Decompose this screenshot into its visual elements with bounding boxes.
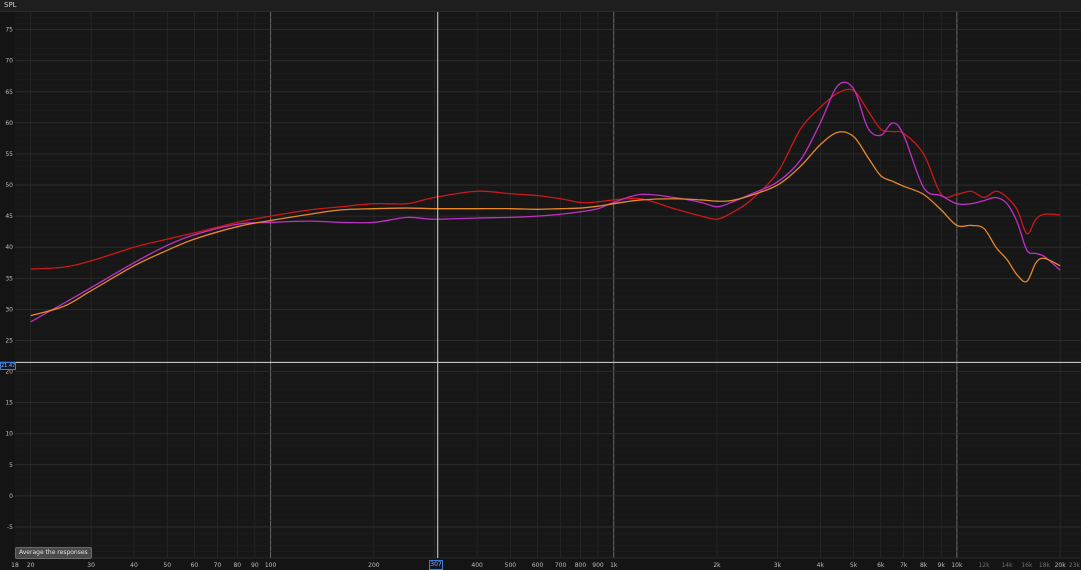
y-tick-label: 40 xyxy=(5,244,13,251)
y-tick-label: 55 xyxy=(5,151,13,158)
rew-spl-window: 75 70 65 60 55 50 45 40 35 30 25 20 15 10 5 0 -5 18 20 30 4… xyxy=(0,0,1081,570)
spl-chart[interactable]: 757065605550454035302520151050-5 18 20 30 4… xyxy=(0,0,1081,570)
cursor-y-readout: 21.47 xyxy=(0,362,16,370)
y-tick-label: 30 xyxy=(5,306,13,313)
x-tick-label: 23k xyxy=(1069,562,1081,569)
x-tick-label: 700 xyxy=(555,562,567,569)
y-tick-label: 25 xyxy=(5,337,13,344)
x-tick-label: 20 xyxy=(27,562,35,569)
title-bar: SPL xyxy=(0,0,1081,12)
x-tick-label: 5k xyxy=(850,562,858,569)
x-tick-label: 18 xyxy=(11,562,19,569)
y-tick-label: 45 xyxy=(5,213,13,220)
x-tick-label: 2k xyxy=(713,562,721,569)
cursor-x-readout: 307 xyxy=(429,560,443,570)
y-tick-label: 0 xyxy=(9,493,13,500)
x-tick-label: 9k xyxy=(938,562,946,569)
x-tick-label: 800 xyxy=(575,562,587,569)
y-tick-label: -5 xyxy=(7,524,13,531)
x-tick-label: 600 xyxy=(532,562,544,569)
x-tick-label: 500 xyxy=(505,562,517,569)
x-tick-label: 60 xyxy=(191,562,199,569)
x-tick-label: 70 xyxy=(214,562,222,569)
average-responses-button[interactable]: Average the responses xyxy=(15,547,92,559)
x-axis-ticks: 18 20 30 40 50 60 70 80 90 100 200 400 500 600 700 800 9… xyxy=(11,562,1080,569)
x-tick-label: 10k xyxy=(951,562,963,569)
y-tick-label: 35 xyxy=(5,275,13,282)
x-tick-label: 20k xyxy=(1055,562,1067,569)
x-tick-label: 8k xyxy=(920,562,928,569)
x-tick-label: 18k xyxy=(1039,562,1051,569)
window-title: SPL xyxy=(4,1,17,9)
x-tick-label: 50 xyxy=(163,562,171,569)
y-tick-label: 10 xyxy=(5,431,13,438)
y-axis-ticks: 757065605550454035302520151050-5 xyxy=(5,27,13,531)
x-tick-label: 400 xyxy=(471,562,483,569)
x-tick-label: 7k xyxy=(900,562,908,569)
x-tick-label: 3k xyxy=(774,562,782,569)
y-tick-label: 75 xyxy=(5,27,13,34)
x-tick-label: 900 xyxy=(592,562,604,569)
y-tick-label: 65 xyxy=(5,89,13,96)
x-tick-label: 80 xyxy=(233,562,241,569)
x-tick-label: 12k xyxy=(978,562,990,569)
x-tick-label: 200 xyxy=(368,562,380,569)
x-tick-label: 40 xyxy=(130,562,138,569)
x-tick-label: 4k xyxy=(817,562,825,569)
y-tick-label: 5 xyxy=(9,462,13,469)
x-tick-label: 14k xyxy=(1001,562,1013,569)
y-tick-label: 15 xyxy=(5,400,13,407)
x-tick-label: 90 xyxy=(251,562,259,569)
y-tick-label: 60 xyxy=(5,120,13,127)
x-tick-label: 16k xyxy=(1021,562,1033,569)
x-tick-label: 30 xyxy=(87,562,95,569)
y-tick-label: 50 xyxy=(5,182,13,189)
x-tick-label: 1k xyxy=(610,562,618,569)
x-tick-label: 6k xyxy=(877,562,885,569)
y-tick-label: 70 xyxy=(5,58,13,65)
x-tick-label: 100 xyxy=(265,562,277,569)
